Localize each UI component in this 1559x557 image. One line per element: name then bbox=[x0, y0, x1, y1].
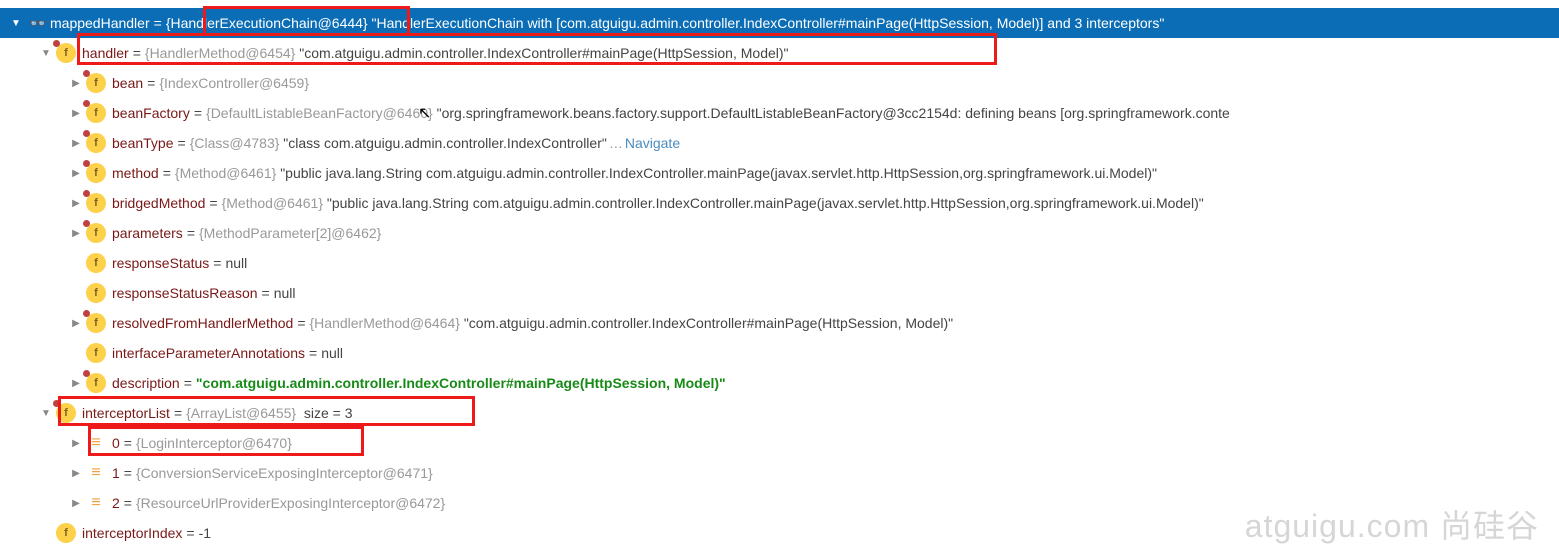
var-size: size = 3 bbox=[296, 405, 352, 421]
list-item-icon: ≡ bbox=[86, 463, 106, 483]
var-handler-row[interactable]: ▼ f handler = {HandlerMethod@6454} "com.… bbox=[0, 38, 1559, 68]
var-name: interceptorIndex bbox=[82, 525, 182, 541]
field-icon: f bbox=[56, 43, 76, 63]
var-type: {Method@6461} bbox=[175, 165, 276, 181]
var-value: null bbox=[274, 285, 296, 301]
expand-arrow-icon[interactable]: ▶ bbox=[66, 318, 86, 329]
expand-arrow-icon[interactable]: ▶ bbox=[66, 378, 86, 389]
var-name: resolvedFromHandlerMethod bbox=[112, 315, 293, 331]
expand-arrow-icon[interactable]: ▶ bbox=[66, 498, 86, 509]
var-name: 1 bbox=[112, 465, 120, 481]
glasses-icon: 👓 bbox=[26, 15, 50, 32]
var-value: "org.springframework.beans.factory.suppo… bbox=[433, 105, 1230, 121]
var-value: "HandlerExecutionChain with [com.atguigu… bbox=[368, 15, 1165, 31]
var-responseStatusReason-row[interactable]: f responseStatusReason = null bbox=[0, 278, 1559, 308]
field-icon: f bbox=[86, 133, 106, 153]
field-icon: f bbox=[86, 223, 106, 243]
var-name: handler bbox=[82, 45, 129, 61]
var-type: {ConversionServiceExposingInterceptor@64… bbox=[136, 465, 433, 481]
var-value: "public java.lang.String com.atguigu.adm… bbox=[276, 165, 1157, 181]
watermark-text: atguigu.com 尚硅谷 bbox=[1245, 501, 1539, 547]
field-icon: f bbox=[86, 313, 106, 333]
field-icon: f bbox=[86, 373, 106, 393]
var-interceptor-1-row[interactable]: ▶ ≡ 1 = {ConversionServiceExposingInterc… bbox=[0, 458, 1559, 488]
var-value: "com.atguigu.admin.controller.IndexContr… bbox=[196, 375, 726, 391]
var-type: {HandlerExecutionChain@6444} bbox=[166, 15, 368, 31]
var-parameters-row[interactable]: ▶ f parameters = {MethodParameter[2]@646… bbox=[0, 218, 1559, 248]
expand-arrow-icon[interactable]: ▶ bbox=[66, 78, 86, 89]
var-name: responseStatusReason bbox=[112, 285, 258, 301]
expand-arrow-icon[interactable]: ▶ bbox=[66, 198, 86, 209]
var-beanType-row[interactable]: ▶ f beanType = {Class@4783} "class com.a… bbox=[0, 128, 1559, 158]
var-value: null bbox=[321, 345, 343, 361]
debug-variables-panel: ▼ 👓 mappedHandler = {HandlerExecutionCha… bbox=[0, 0, 1559, 548]
var-interfaceParameterAnnotations-row[interactable]: f interfaceParameterAnnotations = null bbox=[0, 338, 1559, 368]
var-name: beanType bbox=[112, 135, 174, 151]
var-value: "com.atguigu.admin.controller.IndexContr… bbox=[460, 315, 953, 331]
var-type: {DefaultListableBeanFactory@6460} bbox=[206, 105, 433, 121]
var-name: method bbox=[112, 165, 159, 181]
list-item-icon: ≡ bbox=[86, 433, 106, 453]
var-resolvedFromHandlerMethod-row[interactable]: ▶ f resolvedFromHandlerMethod = {Handler… bbox=[0, 308, 1559, 338]
expand-arrow-icon[interactable]: ▼ bbox=[36, 48, 56, 59]
field-icon: f bbox=[86, 193, 106, 213]
var-name: bean bbox=[112, 75, 143, 91]
var-name: description bbox=[112, 375, 180, 391]
var-value: -1 bbox=[199, 525, 211, 541]
var-name: parameters bbox=[112, 225, 183, 241]
var-type: {ResourceUrlProviderExposingInterceptor@… bbox=[136, 495, 445, 511]
var-value: "com.atguigu.admin.controller.IndexContr… bbox=[295, 45, 788, 61]
expand-arrow-icon[interactable]: ▶ bbox=[66, 138, 86, 149]
var-interceptor-0-row[interactable]: ▶ ≡ 0 = {LoginInterceptor@6470} bbox=[0, 428, 1559, 458]
var-name: responseStatus bbox=[112, 255, 209, 271]
navigate-link[interactable]: Navigate bbox=[625, 135, 680, 151]
var-responseStatus-row[interactable]: f responseStatus = null bbox=[0, 248, 1559, 278]
var-interceptorList-row[interactable]: ▼ f interceptorList = {ArrayList@6455} s… bbox=[0, 398, 1559, 428]
expand-arrow-icon[interactable]: ▶ bbox=[66, 468, 86, 479]
var-name: 0 bbox=[112, 435, 120, 451]
expand-arrow-icon[interactable]: ▼ bbox=[36, 408, 56, 419]
expand-arrow-icon[interactable]: ▶ bbox=[66, 438, 86, 449]
var-name: mappedHandler bbox=[50, 15, 150, 31]
field-icon: f bbox=[86, 343, 106, 363]
expand-arrow-icon[interactable]: ▶ bbox=[66, 168, 86, 179]
var-type: {ArrayList@6455} bbox=[186, 405, 296, 421]
var-type: {MethodParameter[2]@6462} bbox=[199, 225, 381, 241]
var-method-row[interactable]: ▶ f method = {Method@6461} "public java.… bbox=[0, 158, 1559, 188]
var-value: "class com.atguigu.admin.controller.Inde… bbox=[279, 135, 606, 151]
expand-arrow-icon[interactable]: ▶ bbox=[66, 228, 86, 239]
var-bean-row[interactable]: ▶ f bean = {IndexController@6459} bbox=[0, 68, 1559, 98]
var-beanFactory-row[interactable]: ▶ f beanFactory = {DefaultListableBeanFa… bbox=[0, 98, 1559, 128]
var-bridgedMethod-row[interactable]: ▶ f bridgedMethod = {Method@6461} "publi… bbox=[0, 188, 1559, 218]
var-type: {HandlerMethod@6454} bbox=[145, 45, 295, 61]
var-name: 2 bbox=[112, 495, 120, 511]
var-name: bridgedMethod bbox=[112, 195, 205, 211]
var-name: beanFactory bbox=[112, 105, 190, 121]
var-type: {Class@4783} bbox=[190, 135, 280, 151]
var-mappedHandler-row[interactable]: ▼ 👓 mappedHandler = {HandlerExecutionCha… bbox=[0, 8, 1559, 38]
field-icon: f bbox=[86, 253, 106, 273]
expand-arrow-icon[interactable]: ▶ bbox=[66, 108, 86, 119]
list-item-icon: ≡ bbox=[86, 493, 106, 513]
field-icon: f bbox=[86, 163, 106, 183]
var-name: interceptorList bbox=[82, 405, 170, 421]
field-icon: f bbox=[86, 103, 106, 123]
field-icon: f bbox=[56, 403, 76, 423]
var-value: "public java.lang.String com.atguigu.adm… bbox=[323, 195, 1204, 211]
field-icon: f bbox=[56, 523, 76, 543]
field-icon: f bbox=[86, 283, 106, 303]
var-name: interfaceParameterAnnotations bbox=[112, 345, 305, 361]
var-description-row[interactable]: ▶ f description = "com.atguigu.admin.con… bbox=[0, 368, 1559, 398]
var-value: null bbox=[225, 255, 247, 271]
var-type: {Method@6461} bbox=[222, 195, 323, 211]
var-type: {IndexController@6459} bbox=[159, 75, 309, 91]
var-type: {LoginInterceptor@6470} bbox=[136, 435, 292, 451]
var-type: {HandlerMethod@6464} bbox=[310, 315, 460, 331]
field-icon: f bbox=[86, 73, 106, 93]
expand-arrow-icon[interactable]: ▼ bbox=[6, 18, 26, 29]
